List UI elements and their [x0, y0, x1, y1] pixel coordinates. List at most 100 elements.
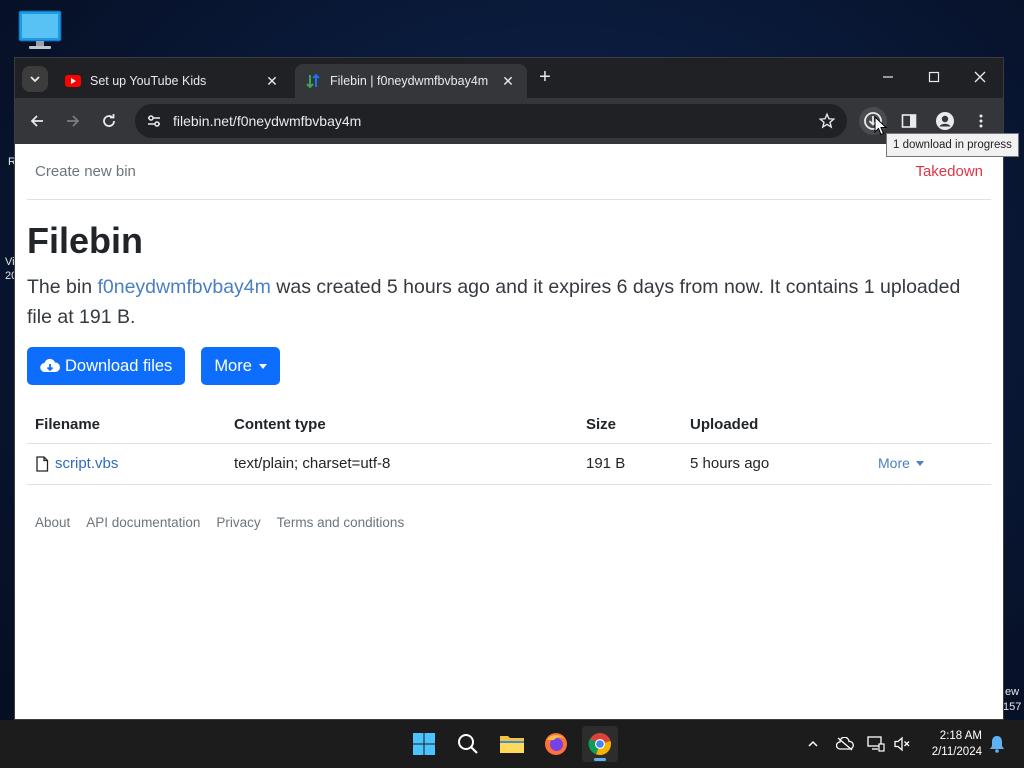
back-button[interactable]	[23, 107, 51, 135]
file-icon	[36, 455, 49, 472]
footer-link-api-documentation[interactable]: API documentation	[86, 515, 200, 530]
size-cell: 191 B	[578, 443, 682, 485]
action-buttons: Download files More	[27, 347, 991, 385]
content-type-cell: text/plain; charset=utf-8	[226, 443, 578, 485]
close-icon[interactable]: ✕	[263, 72, 281, 90]
search-icon	[458, 734, 478, 754]
chrome-icon	[588, 733, 611, 756]
desktop-watermark-fragment: 157	[1003, 701, 1022, 713]
maximize-button[interactable]	[911, 58, 957, 96]
page-content: Create new bin Takedown Filebin The bin …	[15, 144, 1003, 719]
url-input[interactable]	[173, 113, 773, 129]
arrow-right-icon	[67, 115, 80, 127]
browser-toolbar	[15, 98, 1003, 144]
firefox-button[interactable]	[538, 726, 574, 762]
this-pc-desktop-icon[interactable]	[18, 10, 62, 50]
column-header-filename: Filename	[27, 407, 226, 444]
page-title: Filebin	[27, 220, 143, 261]
folder-icon	[500, 736, 524, 753]
clock-date: 2/11/2024	[931, 746, 982, 758]
clock-time: 2:18 AM	[939, 730, 982, 742]
side-panel-button[interactable]	[895, 107, 923, 135]
desktop-watermark-fragment: ew	[1005, 686, 1020, 698]
minimize-button[interactable]	[865, 58, 911, 96]
browser-menu-button[interactable]	[967, 107, 995, 135]
actions-cell: More	[870, 443, 991, 485]
footer-link-about[interactable]: About	[35, 515, 70, 530]
volume-muted-icon	[894, 736, 910, 752]
create-new-bin-link[interactable]: Create new bin	[35, 163, 136, 180]
notifications-button[interactable]	[987, 734, 1007, 754]
column-header-content-type: Content type	[226, 407, 578, 444]
minimize-icon	[883, 76, 893, 78]
file-more-dropdown[interactable]: More	[878, 455, 924, 471]
download-files-label: Download files	[65, 356, 173, 375]
youtube-icon	[65, 73, 81, 89]
footer-link-privacy[interactable]: Privacy	[216, 515, 260, 530]
site-info-icon[interactable]	[137, 104, 171, 138]
bin-description-prefix: The bin	[27, 276, 98, 298]
uploaded-cell: 5 hours ago	[682, 443, 870, 485]
volume-tray-button[interactable]	[892, 734, 912, 754]
tab-youtube-kids[interactable]: Set up YouTube Kids ✕	[55, 64, 291, 98]
taskbar-clock[interactable]: 2:18 AM 2/11/2024	[932, 728, 982, 760]
download-files-button[interactable]: Download files	[27, 347, 186, 385]
profile-button[interactable]	[931, 107, 959, 135]
table-header-row: Filename Content type Size Uploaded	[27, 407, 991, 444]
chrome-button[interactable]	[582, 726, 618, 762]
mouse-cursor-icon	[874, 116, 888, 136]
search-button[interactable]	[450, 726, 486, 762]
tab-filebin[interactable]: Filebin | f0neydwmfbvbay4m ✕	[295, 64, 527, 98]
bookmark-star-icon[interactable]	[815, 109, 839, 133]
table-row: script.vbs text/plain; charset=utf-8 191…	[27, 443, 991, 485]
bin-id-link[interactable]: f0neydwmfbvbay4m	[97, 276, 270, 298]
show-hidden-icons-button[interactable]	[803, 734, 823, 754]
reload-button[interactable]	[95, 107, 123, 135]
more-dropdown-button[interactable]: More	[201, 347, 280, 385]
browser-window: Set up YouTube Kids ✕ Filebin | f0neydwm…	[14, 57, 1004, 720]
tab-title: Filebin | f0neydwmfbvbay4m	[330, 74, 489, 88]
network-tray-button[interactable]	[866, 734, 886, 754]
tab-title: Set up YouTube Kids	[90, 74, 207, 88]
file-explorer-button[interactable]	[494, 726, 530, 762]
column-header-actions	[870, 407, 991, 444]
network-icon	[867, 736, 885, 752]
tab-search-button[interactable]	[22, 66, 48, 92]
column-header-uploaded: Uploaded	[682, 407, 870, 444]
close-icon	[974, 71, 986, 83]
side-panel-icon	[901, 114, 917, 128]
more-label: More	[214, 356, 252, 375]
chevron-down-icon	[30, 76, 40, 83]
maximize-icon	[928, 71, 940, 83]
firefox-icon	[545, 733, 567, 755]
page-footer: About API documentation Privacy Terms an…	[27, 515, 991, 530]
footer-link-terms[interactable]: Terms and conditions	[277, 515, 405, 530]
profile-icon	[936, 112, 954, 130]
file-more-label: More	[878, 455, 910, 471]
caret-down-icon	[915, 460, 924, 466]
arrow-left-icon	[30, 115, 43, 127]
takedown-link[interactable]: Takedown	[915, 163, 983, 180]
close-icon[interactable]: ✕	[499, 72, 517, 90]
taskbar: 2:18 AM 2/11/2024	[0, 720, 1024, 768]
more-vertical-icon	[979, 114, 983, 128]
forward-button[interactable]	[59, 107, 87, 135]
onedrive-tray-button[interactable]	[835, 734, 855, 754]
bell-icon	[990, 736, 1004, 753]
new-tab-button[interactable]: +	[535, 67, 555, 88]
files-table: Filename Content type Size Uploaded scri…	[27, 407, 991, 485]
start-button[interactable]	[406, 726, 442, 762]
cloud-download-icon	[40, 358, 60, 373]
cloud-offline-icon	[836, 737, 854, 751]
reload-icon	[103, 114, 115, 127]
column-header-size: Size	[578, 407, 682, 444]
downloads-tooltip: 1 download in progress	[886, 133, 1019, 157]
windows-start-icon	[413, 733, 435, 755]
filebin-icon	[305, 73, 321, 89]
close-window-button[interactable]	[957, 58, 1003, 96]
page-navbar: Create new bin Takedown	[27, 144, 991, 200]
file-link[interactable]: script.vbs	[55, 455, 118, 472]
caret-down-icon	[258, 363, 267, 369]
chevron-up-icon	[808, 740, 818, 747]
address-bar[interactable]	[135, 104, 847, 138]
